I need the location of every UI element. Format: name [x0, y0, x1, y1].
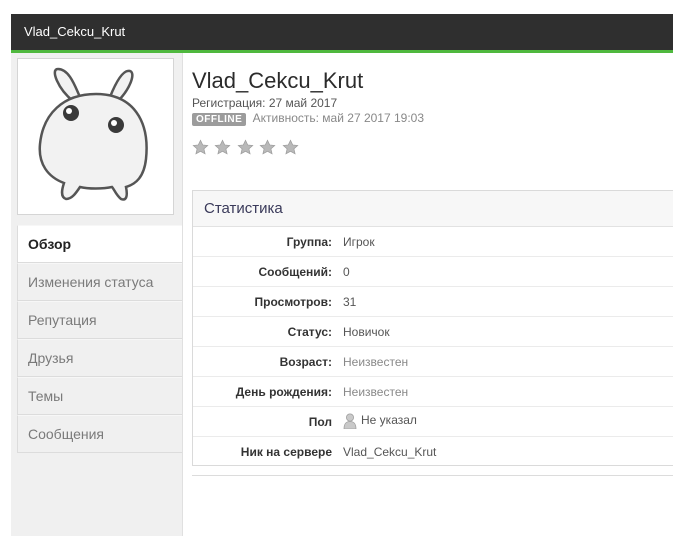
stats-value-gender: Не указал — [343, 413, 417, 430]
star-icon — [282, 139, 299, 155]
stats-panel: Статистика Группа: Игрок Сообщений: 0 Пр… — [192, 190, 673, 466]
header-title: Vlad_Cekcu_Krut — [24, 24, 126, 39]
last-activity: Активность: май 27 2017 19:03 — [252, 111, 425, 125]
star-icon — [214, 139, 231, 155]
profile-name: Vlad_Cekcu_Krut — [192, 68, 364, 93]
star-icon — [192, 139, 209, 155]
stats-value: Игрок — [343, 235, 375, 249]
stats-label: Пол — [308, 415, 332, 429]
stats-row-birthday: День рождения: Неизвестен — [193, 377, 673, 407]
stats-label: Группа: — [286, 235, 332, 249]
stats-row-status: Статус: Новичок — [193, 317, 673, 347]
stats-row-posts: Сообщений: 0 — [193, 257, 673, 287]
stats-value: Vlad_Cekcu_Krut — [343, 445, 437, 459]
avatar[interactable] — [17, 58, 174, 215]
stats-value: Неизвестен — [343, 355, 409, 369]
stats-label: Возраст: — [279, 355, 332, 369]
stats-value: Неизвестен — [343, 385, 409, 399]
divider — [192, 475, 673, 476]
stats-label: Просмотров: — [254, 295, 332, 309]
stats-value: 31 — [343, 295, 357, 309]
stats-row-gender: Пол Не указал — [193, 407, 673, 437]
stats-label: Ник на сервере — [240, 445, 332, 459]
stats-row-views: Просмотров: 31 — [193, 287, 673, 317]
stats-label: Статус: — [287, 325, 332, 339]
status-line: OFFLINE Активность: май 27 2017 19:03 — [192, 111, 424, 126]
nav-item-posts[interactable]: Сообщения — [17, 415, 182, 453]
nav-item-friends[interactable]: Друзья — [17, 339, 182, 377]
stats-value: Новичок — [343, 325, 390, 339]
rating-stars — [192, 139, 300, 161]
person-icon — [343, 413, 357, 430]
nav-item-topics[interactable]: Темы — [17, 377, 182, 415]
gender-value: Не указал — [361, 413, 417, 428]
stats-value: 0 — [343, 265, 350, 279]
stats-row-group: Группа: Игрок — [193, 227, 673, 257]
nav-item-status-updates[interactable]: Изменения статуса — [17, 263, 182, 301]
stats-row-server-nick: Ник на сервере Vlad_Cekcu_Krut — [193, 437, 673, 466]
avatar-image — [38, 67, 148, 201]
status-badge: OFFLINE — [192, 113, 247, 126]
registration-date: Регистрация: 27 май 2017 — [192, 96, 338, 110]
stats-title: Статистика — [193, 191, 673, 227]
stats-label: День рождения: — [235, 385, 332, 399]
stats-row-age: Возраст: Неизвестен — [193, 347, 673, 377]
star-icon — [237, 139, 254, 155]
stats-label: Сообщений: — [258, 265, 332, 279]
profile-nav: Обзор Изменения статуса Репутация Друзья… — [17, 225, 182, 453]
nav-item-overview[interactable]: Обзор — [17, 225, 182, 263]
nav-item-reputation[interactable]: Репутация — [17, 301, 182, 339]
profile-header-bar: Vlad_Cekcu_Krut — [11, 14, 673, 53]
star-icon — [259, 139, 276, 155]
